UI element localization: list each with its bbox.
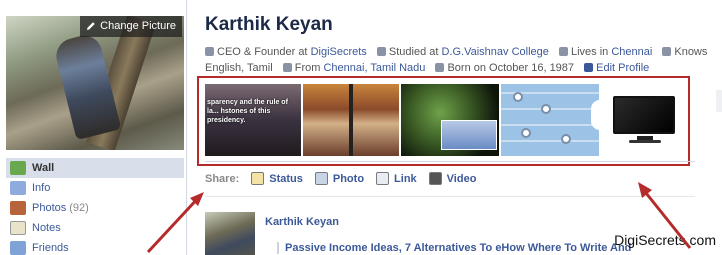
lives-prefix: Lives in [570,46,609,58]
share-label: Share: [205,172,240,185]
sidebar-item-wall[interactable]: Wall [6,158,184,178]
photos-count: (92) [69,202,89,214]
share-item-label: Photo [332,172,365,185]
change-picture-button[interactable]: Change Picture [80,16,182,37]
sidebar-item-label: Friends [32,242,69,254]
post-author-link[interactable]: Karthik Keyan [265,216,339,228]
from-place-link[interactable]: Chennai, Tamil Nadu [323,62,425,74]
knows-prefix: Knows [674,46,708,58]
share-item-label: Status [269,172,303,185]
share-link-button[interactable]: Link [376,172,417,185]
share-status-button[interactable]: Status [251,172,303,185]
work-company-link[interactable]: DigiSecrets [311,46,367,58]
born-date: Born on October 16, 1987 [447,62,575,74]
profile-header: Karthik Keyan CEO & Founder at DigiSecre… [205,14,715,156]
studied-school-link[interactable]: D.G.Vaishnav College [441,46,548,58]
share-bar: Share: Status Photo Link Video [205,172,488,185]
sidebar-item-info[interactable]: Info [6,178,184,198]
friends-icon [10,241,26,255]
sidebar-nav: Wall Info Photos (92) Notes Friends [6,158,184,255]
work-prefix: CEO & Founder at [217,46,308,58]
sidebar-item-label: Wall [32,162,55,174]
notes-icon [10,221,26,235]
photos-icon [10,201,26,215]
lives-city-link[interactable]: Chennai [611,46,652,58]
status-icon [251,172,265,185]
share-item-label: Link [394,172,417,185]
change-picture-label: Change Picture [100,20,176,32]
calendar-icon [435,63,445,72]
sidebar-item-label: Notes [32,222,61,234]
photo-icon [314,172,328,185]
divider [205,196,695,197]
globe-icon [662,47,672,56]
divider [205,161,695,162]
home-icon [558,47,568,56]
sidebar-item-label: Photos [32,202,67,214]
highlight-box [197,76,690,166]
info-icon [10,181,26,195]
post-title-link[interactable]: Passive Income Ideas, 7 Alternatives To … [277,242,647,254]
pencil-icon [584,63,594,72]
edit-profile-link[interactable]: Edit Profile [596,62,649,74]
graduation-cap-icon [376,47,386,56]
profile-name[interactable]: Karthik Keyan [205,14,715,36]
sidebar-item-photos[interactable]: Photos (92) [6,198,184,218]
sidebar-item-label: Info [32,182,51,194]
share-video-button[interactable]: Video [428,172,477,185]
photo-strip-next-arrow[interactable] [716,90,722,112]
briefcase-icon [205,47,214,56]
studied-prefix: Studied at [388,46,439,58]
profile-info: CEO & Founder at DigiSecrets Studied at … [205,44,715,76]
wall-icon [10,161,26,175]
link-icon [376,172,390,185]
column-divider [186,0,187,255]
post-avatar[interactable] [205,212,255,255]
sidebar-item-notes[interactable]: Notes [6,218,184,238]
watermark: DigiSecrets.com [614,232,716,248]
profile-picture[interactable]: Change Picture [6,16,184,150]
from-prefix: From [294,62,321,74]
share-photo-button[interactable]: Photo [314,172,365,185]
house-icon [282,63,292,72]
share-item-label: Video [446,172,477,185]
languages: English, Tamil [205,62,273,74]
sidebar-item-friends[interactable]: Friends [6,238,184,255]
left-column: Change Picture Wall Info Photos (92) Not… [0,0,186,255]
pencil-icon [87,22,95,30]
video-icon [428,172,442,185]
